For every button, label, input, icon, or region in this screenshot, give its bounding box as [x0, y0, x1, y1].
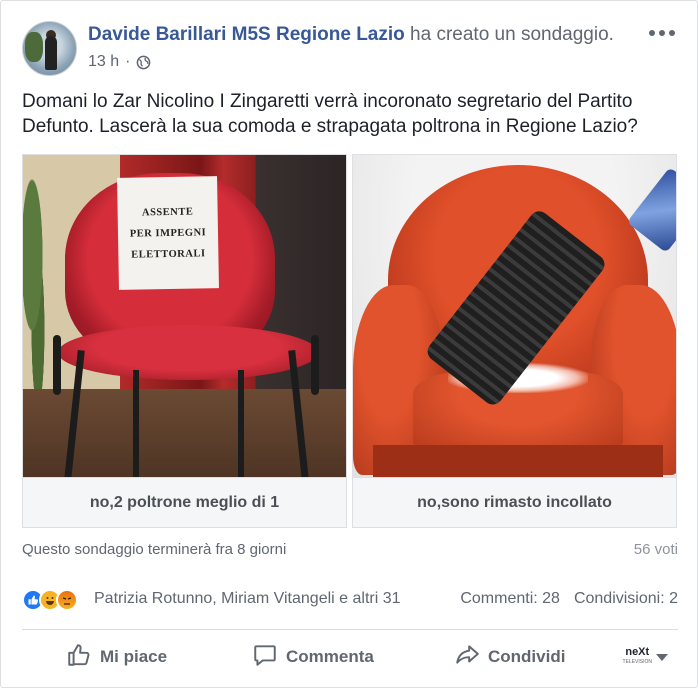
chevron-down-icon[interactable] — [656, 653, 668, 661]
like-button-label: Mi piace — [100, 647, 168, 666]
page-logo-subtext: TELEVISION — [622, 659, 652, 665]
poll-option-2-label[interactable]: no,sono rimasto incollato — [353, 477, 676, 527]
author-line: Davide Barillari M5S Regione Lazio ha cr… — [88, 24, 614, 46]
comment-icon — [252, 642, 278, 673]
notice-line-1: ASSENTE — [141, 206, 194, 218]
poll-end-text: Questo sondaggio terminerà fra 8 giorni — [22, 541, 287, 558]
absent-notice: ASSENTE PER IMPEGNI ELETTORALI — [117, 176, 219, 290]
action-bar: Mi piace Commenta Condividi neXt TELEVIS… — [22, 639, 678, 679]
notice-line-3: ELETTORALI — [131, 247, 206, 261]
thumbs-up-icon — [66, 642, 92, 673]
shares-count[interactable]: Condivisioni: 2 — [574, 590, 678, 608]
comment-button-label: Commenta — [286, 647, 374, 666]
page-selector[interactable]: neXt TELEVISION — [623, 647, 668, 667]
actions-divider — [22, 629, 678, 630]
comments-count[interactable]: Commenti: 28 — [460, 590, 560, 608]
post-header: Davide Barillari M5S Regione Lazio ha cr… — [22, 21, 677, 77]
share-button-label: Condividi — [488, 647, 566, 666]
poll-option-1[interactable]: ASSENTE PER IMPEGNI ELETTORALI no,2 polt… — [22, 154, 347, 528]
globe-icon[interactable] — [136, 55, 151, 70]
avatar[interactable] — [22, 21, 77, 76]
author-action: ha creato un sondaggio. — [404, 24, 614, 45]
post-meta: 13 h · — [88, 53, 151, 71]
post-time[interactable]: 13 h — [88, 53, 119, 71]
reaction-names[interactable]: Patrizia Rotunno, Miriam Vitangeli e alt… — [94, 590, 401, 608]
angry-icon[interactable] — [56, 589, 78, 611]
page-logo: neXt TELEVISION — [623, 647, 652, 667]
poll-votes[interactable]: 56 voti — [634, 541, 678, 558]
poll-option-2-image — [353, 155, 676, 479]
notice-line-2: PER IMPEGNI — [129, 226, 207, 240]
comment-button[interactable]: Commenta — [252, 639, 374, 675]
more-icon[interactable] — [647, 25, 677, 41]
share-icon — [454, 642, 480, 673]
engagement-counts: Commenti: 28 Condivisioni: 2 — [460, 590, 678, 608]
like-button[interactable]: Mi piace — [66, 639, 167, 675]
author-name[interactable]: Davide Barillari M5S Regione Lazio — [88, 24, 405, 45]
poll-option-2[interactable]: no,sono rimasto incollato — [352, 154, 677, 528]
poll-option-1-label[interactable]: no,2 poltrone meglio di 1 — [23, 477, 346, 527]
poll-option-1-image: ASSENTE PER IMPEGNI ELETTORALI — [23, 155, 346, 479]
poll: ASSENTE PER IMPEGNI ELETTORALI no,2 polt… — [22, 154, 678, 528]
share-button[interactable]: Condividi — [454, 639, 565, 675]
post-text: Domani lo Zar Nicolino I Zingaretti verr… — [22, 91, 638, 137]
post-card: Davide Barillari M5S Regione Lazio ha cr… — [0, 0, 698, 688]
reaction-icons[interactable] — [22, 589, 78, 611]
reactions-bar: Patrizia Rotunno, Miriam Vitangeli e alt… — [22, 589, 678, 611]
meta-separator: · — [125, 53, 131, 70]
